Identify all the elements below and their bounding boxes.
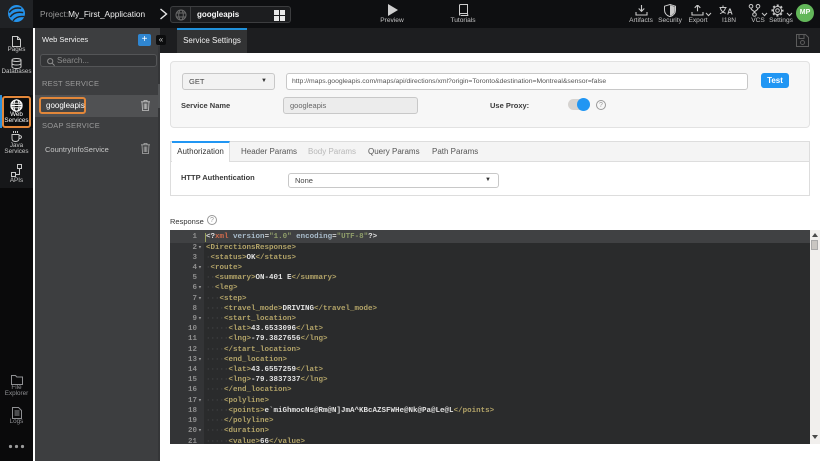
svg-text:A: A [727,8,733,17]
